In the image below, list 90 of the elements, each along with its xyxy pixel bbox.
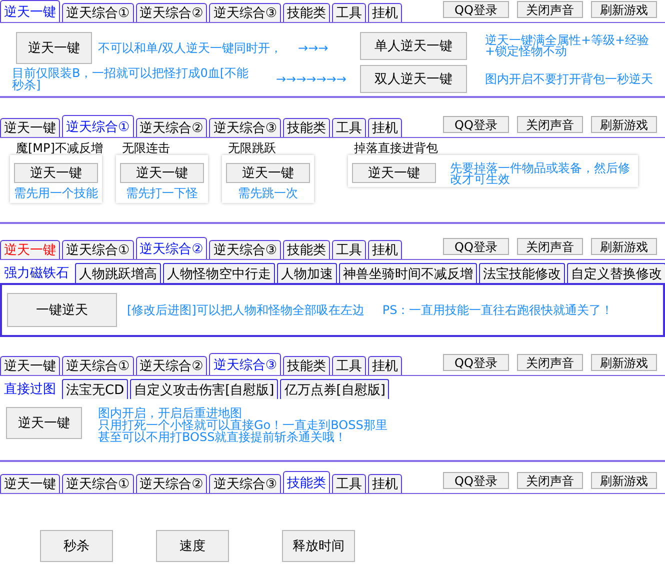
tab[interactable]: 挂机 (368, 240, 402, 259)
tab[interactable]: 逆天综合③ (209, 474, 281, 493)
note-text: 先要掉落一件物品或装备，然后修改才可生效 (450, 163, 631, 185)
tab[interactable]: 逆天综合③ (209, 3, 281, 22)
toolbar-button[interactable]: 关闭声音 (517, 1, 583, 18)
tab[interactable]: 逆天综合① (62, 356, 134, 375)
sub-tab[interactable]: 人物怪物空中行走 (163, 263, 275, 283)
tab[interactable]: 挂机 (368, 356, 402, 375)
tab[interactable]: 技能类 (282, 356, 330, 375)
sub-tab[interactable]: 神兽坐骑时间不减反增 (339, 263, 477, 283)
toolbar-button[interactable]: QQ登录 (443, 238, 509, 255)
toolbar-button[interactable]: 关闭声音 (517, 472, 583, 489)
note-text: 图内开启不要打开背包一秒逆天 (485, 74, 654, 84)
sub-tab[interactable]: 法宝技能修改 (479, 263, 565, 283)
tab[interactable]: 逆天一键 (0, 240, 60, 259)
tab[interactable]: 逆天一键 (0, 0, 60, 22)
toolbar-button[interactable]: 刷新游戏 (591, 116, 657, 133)
tab[interactable]: 逆天综合② (136, 356, 208, 375)
tab[interactable]: 挂机 (368, 118, 402, 137)
one-click-button[interactable]: 逆天一键 (352, 163, 436, 183)
sub-tab[interactable]: 亿万点券[自慰版] (280, 379, 390, 399)
tab[interactable]: 逆天一键 (0, 474, 60, 493)
note-text: 甚至可以不用打BOSS就直接提前斩杀通关哦！ (98, 431, 348, 443)
tab[interactable]: 逆天综合③ (209, 353, 281, 375)
toolbar-button[interactable]: QQ登录 (443, 1, 509, 18)
toolbar-button[interactable]: QQ登录 (443, 116, 509, 133)
tab[interactable]: 逆天综合① (62, 115, 134, 137)
group-title: 无限连击 (122, 141, 171, 155)
tab[interactable]: 工具 (332, 356, 366, 375)
one-click-button[interactable]: 逆天一键 (16, 32, 92, 64)
toolbar-button[interactable]: 刷新游戏 (591, 472, 657, 489)
sub-tab[interactable]: 人物加速 (277, 263, 337, 283)
tab[interactable]: 逆天一键 (0, 118, 60, 137)
arrows-text: →→→→→→→ (276, 72, 346, 86)
one-click-button[interactable]: 一键逆天 (7, 293, 117, 327)
tab[interactable]: 逆天综合③ (209, 240, 281, 259)
one-click-button[interactable]: 逆天一键 (14, 163, 98, 183)
note-text: 不可以和单/双人逆天一键同时开， (98, 40, 282, 56)
sub-tab[interactable]: 法宝无CD (62, 379, 128, 399)
toolbar-button[interactable]: QQ登录 (443, 472, 509, 489)
toolbar-button[interactable]: QQ登录 (443, 354, 509, 371)
group-title: 魔[MP]不减反增 (16, 141, 102, 155)
one-click-button[interactable]: 逆天一键 (120, 163, 204, 183)
tab[interactable]: 工具 (332, 474, 366, 493)
one-click-button[interactable]: 逆天一键 (6, 407, 82, 439)
tab[interactable]: 技能类 (282, 471, 330, 493)
tab[interactable]: 逆天综合② (136, 474, 208, 493)
toolbar-button[interactable]: 关闭声音 (517, 354, 583, 371)
tab[interactable]: 工具 (332, 118, 366, 137)
tab[interactable]: 挂机 (368, 474, 402, 493)
group-title: 无限跳跃 (228, 141, 277, 155)
sub-tab[interactable]: 自定义替换修改 (567, 263, 665, 283)
tab[interactable]: 技能类 (282, 118, 330, 137)
note-text: 需先跳一次 (238, 185, 298, 202)
note-text: 目前仅限装B，一招就可以把怪打成0血[不能秒杀] (12, 67, 250, 91)
note-text: [修改后进图]可以把人物和怪物全部吸在左边 (127, 302, 364, 318)
tab[interactable]: 逆天综合③ (209, 118, 281, 137)
tab[interactable]: 逆天综合② (136, 237, 208, 259)
skill-button[interactable]: 秒杀 (40, 530, 113, 562)
toolbar-button[interactable]: 关闭声音 (517, 238, 583, 255)
skill-button[interactable]: 速度 (156, 530, 229, 562)
tab[interactable]: 逆天综合① (62, 3, 134, 22)
mode-button[interactable]: 双人逆天一键 (360, 65, 467, 93)
tab[interactable]: 逆天综合② (136, 118, 208, 137)
one-click-button[interactable]: 逆天一键 (226, 163, 310, 183)
group-title: 掉落直接进背包 (354, 141, 439, 155)
tab[interactable]: 逆天一键 (0, 356, 60, 375)
tab[interactable]: 技能类 (282, 240, 330, 259)
note-text: 需先打一下怪 (126, 185, 198, 202)
tab[interactable]: 技能类 (282, 3, 330, 22)
tab[interactable]: 逆天综合① (62, 474, 134, 493)
tab[interactable]: 逆天综合② (136, 3, 208, 22)
tab[interactable]: 工具 (332, 240, 366, 259)
toolbar-button[interactable]: 刷新游戏 (591, 1, 657, 18)
note-text: 需先用一个技能 (14, 185, 98, 202)
tab[interactable]: 工具 (332, 3, 366, 22)
toolbar-button[interactable]: 刷新游戏 (591, 354, 657, 371)
toolbar-button[interactable]: 刷新游戏 (591, 238, 657, 255)
note-text: PS：一直用技能一直往右跑很快就通关了！ (382, 302, 614, 318)
toolbar-button[interactable]: 关闭声音 (517, 116, 583, 133)
sub-tab[interactable]: 人物跳跃增高 (75, 263, 161, 283)
skill-button[interactable]: 释放时间 (282, 530, 355, 562)
note-text: 图内开启，开启后重进地图 (98, 407, 242, 419)
tab[interactable]: 逆天综合① (62, 240, 134, 259)
note-text: 只用打死一个小怪就可以直接Go！一直走到BOSS那里 (98, 419, 388, 431)
tab[interactable]: 挂机 (368, 3, 402, 22)
note-text: 逆天一键满全属性+等级+经验+锁定怪物不动 (485, 35, 650, 57)
sub-tab[interactable]: 自定义攻击伤害[自慰版] (130, 379, 278, 399)
mode-button[interactable]: 单人逆天一键 (360, 32, 467, 60)
arrows-text: →→→ (298, 41, 328, 55)
